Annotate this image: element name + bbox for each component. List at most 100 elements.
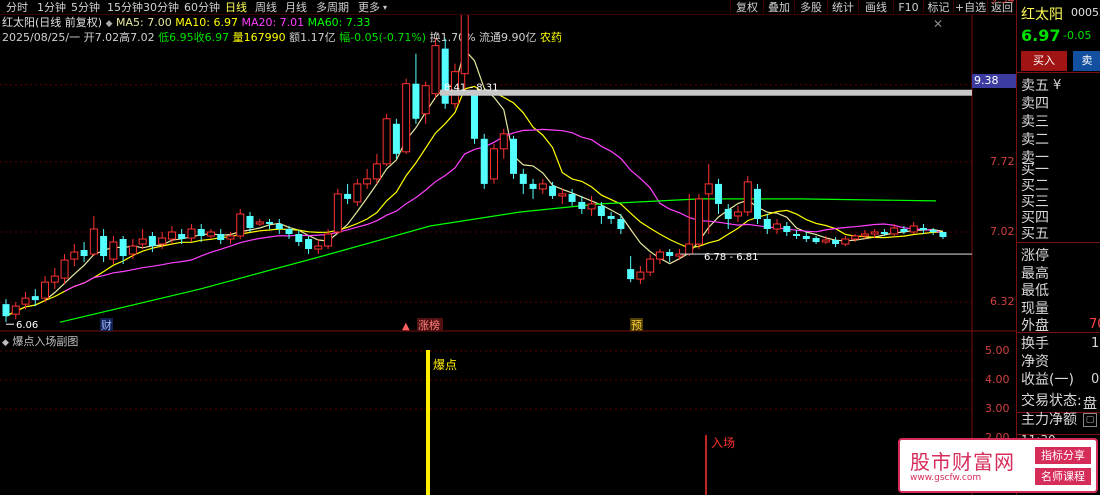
candle <box>363 168 372 189</box>
panel-stock-code: 00052 <box>1071 6 1100 19</box>
candle <box>783 221 791 237</box>
subchart-title-text: 爆点入场副图 <box>12 335 79 348</box>
stat2-0: 换手 <box>1021 336 1049 352</box>
signal-ruchang-label: 入场 <box>711 436 735 450</box>
candle <box>41 276 50 303</box>
trade-status-label: 交易状态: <box>1021 393 1082 409</box>
candle <box>353 178 362 206</box>
candle <box>627 256 635 283</box>
currency-icon: ¥ <box>1053 78 1062 93</box>
candle <box>549 181 557 199</box>
candle <box>919 223 927 235</box>
more-dropdown-icon[interactable]: ▾ <box>383 0 387 15</box>
candle <box>655 249 664 265</box>
low-label: 6.06 <box>16 320 38 331</box>
candle <box>743 175 752 216</box>
candle <box>529 178 537 199</box>
watermark-tag-2: 名师课程 <box>1035 468 1091 485</box>
candle <box>431 38 440 99</box>
sub-tick-0: 5.00 <box>985 344 1010 357</box>
marker-zhangbang[interactable]: 涨榜 <box>418 318 440 332</box>
price-tick-3: 7.02 <box>990 225 1015 238</box>
candle <box>617 213 625 235</box>
candle <box>519 168 527 194</box>
candle <box>100 228 108 263</box>
candle <box>480 133 488 189</box>
turnover-value: 1. <box>1091 336 1100 351</box>
candle <box>578 195 586 214</box>
period-tab-9[interactable]: 多周期 <box>316 0 349 15</box>
candle <box>305 236 313 255</box>
candle <box>460 15 469 89</box>
candle <box>50 268 59 290</box>
candle <box>217 228 225 245</box>
buy-button[interactable]: 买入 <box>1021 51 1067 71</box>
candle <box>793 229 801 240</box>
subchart-toggle-icon[interactable]: ◆ <box>2 338 9 348</box>
candle <box>538 178 547 194</box>
watermark-tag-1: 指标分享 <box>1035 447 1091 464</box>
toolbar-button-0[interactable]: 复权 <box>730 0 763 15</box>
panel-separator <box>1017 72 1100 73</box>
candle <box>832 237 840 248</box>
toolbar-button-2[interactable]: 多股 <box>794 0 827 15</box>
candle <box>773 218 782 235</box>
candle <box>128 239 137 260</box>
candle <box>470 92 478 144</box>
eps-value: 0 <box>1091 372 1100 387</box>
toolbar-button-1[interactable]: 叠加 <box>763 0 794 15</box>
close-icon[interactable]: ✕ <box>933 17 943 31</box>
toolbar-button-5[interactable]: F10 <box>893 0 923 15</box>
marker-yu[interactable]: 预 <box>631 319 642 332</box>
candle <box>763 213 771 235</box>
candle <box>197 223 205 243</box>
candle <box>255 218 264 226</box>
candle <box>89 215 98 257</box>
candle <box>558 188 567 204</box>
period-tab-4[interactable]: 30分钟 <box>143 0 179 15</box>
candle <box>382 113 391 166</box>
period-tab-8[interactable]: 月线 <box>285 0 307 15</box>
period-tab-10[interactable]: 更多 <box>358 0 380 15</box>
toolbar-button-4[interactable]: 画线 <box>858 0 893 15</box>
candle <box>70 244 79 267</box>
candle <box>421 81 430 124</box>
candle <box>206 228 215 240</box>
candle <box>490 143 498 184</box>
candle <box>11 302 20 320</box>
event-arrow-icon[interactable]: ▲ <box>402 321 410 332</box>
outer-value: 70 <box>1089 317 1100 332</box>
kline-chart[interactable]: 8.41 - 8.316.78 - 6.819.936.06财▲涨榜预爆点入场 <box>0 15 1016 495</box>
candle <box>666 249 674 263</box>
buy-level-2: 买三 <box>1021 194 1049 210</box>
price-axis: 9.348.497.727.026.32 <box>972 0 1016 340</box>
period-tab-7[interactable]: 周线 <box>255 0 277 15</box>
period-tab-5[interactable]: 60分钟 <box>184 0 220 15</box>
candle <box>607 211 615 224</box>
candle <box>392 118 400 159</box>
sell-button[interactable]: 卖 <box>1073 51 1100 71</box>
period-tab-0[interactable]: 分时 <box>6 0 28 15</box>
stat-3: 现量 <box>1021 300 1049 317</box>
stat2-1: 净资 <box>1021 354 1049 370</box>
flow-toggle-icon[interactable]: ▢ <box>1083 413 1097 427</box>
subchart-title[interactable]: ◆ 爆点入场副图 <box>2 333 78 349</box>
candle <box>236 208 245 240</box>
toolbar-button-6[interactable]: 标记 <box>923 0 953 15</box>
toolbar-button-3[interactable]: 统计 <box>827 0 858 15</box>
candle <box>841 236 850 247</box>
period-tab-2[interactable]: 5分钟 <box>71 0 100 15</box>
candle <box>734 205 742 222</box>
baodian-bar <box>426 350 430 495</box>
stat2-2: 收益(一) <box>1021 372 1074 388</box>
stat-2: 最低 <box>1021 283 1049 299</box>
stat-1: 最高 <box>1021 265 1049 282</box>
period-tab-1[interactable]: 1分钟 <box>37 0 66 15</box>
sub-tick-1: 4.00 <box>985 373 1010 386</box>
candle <box>60 254 69 285</box>
period-tab-3[interactable]: 15分钟 <box>107 0 143 15</box>
marker-cai[interactable]: 财 <box>101 318 112 332</box>
period-tab-6[interactable]: 日线 <box>225 0 247 15</box>
signal-baodian-label: 爆点 <box>433 358 457 372</box>
candle <box>636 266 645 285</box>
